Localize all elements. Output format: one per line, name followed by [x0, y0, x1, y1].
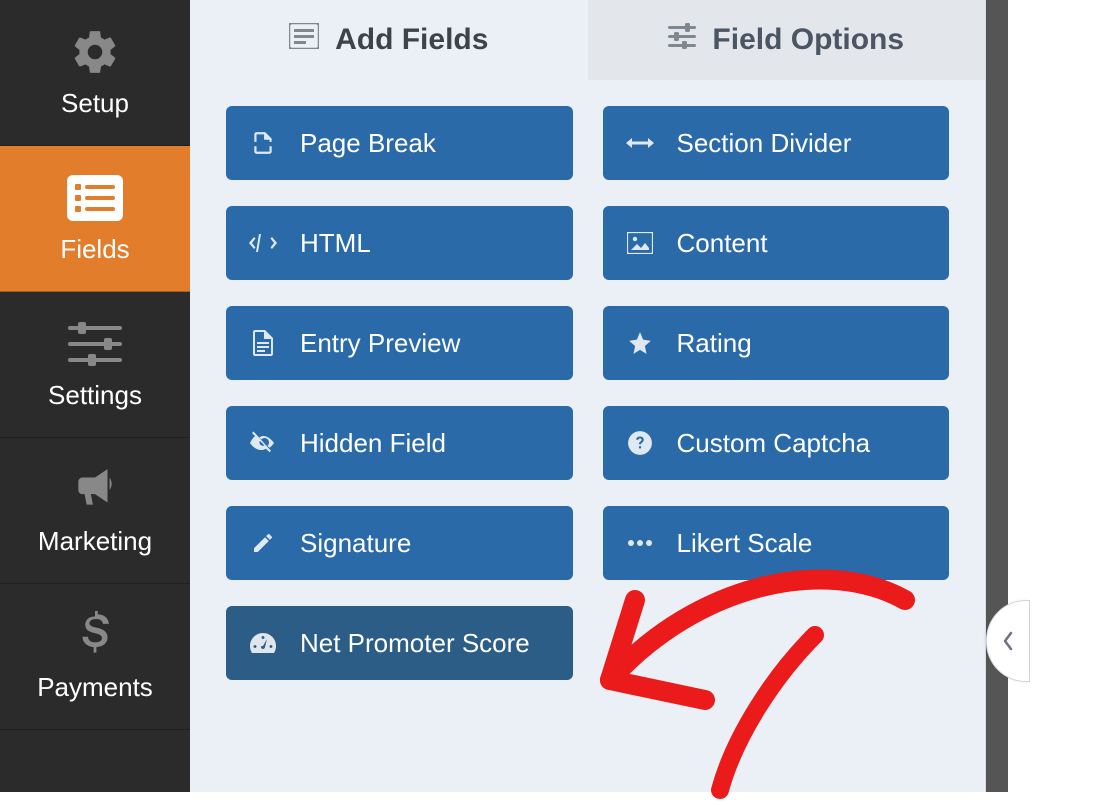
field-hidden-field[interactable]: Hidden Field [226, 406, 573, 480]
field-page-break[interactable]: Page Break [226, 106, 573, 180]
field-section-divider[interactable]: Section Divider [603, 106, 950, 180]
dollar-icon [10, 608, 180, 664]
chevron-left-icon [1001, 630, 1015, 652]
sidebar-item-fields[interactable]: Fields [0, 146, 190, 292]
sidebar-item-settings[interactable]: Settings [0, 292, 190, 438]
field-label: Signature [300, 528, 411, 559]
tab-label: Add Fields [335, 23, 488, 57]
field-entry-preview[interactable]: Entry Preview [226, 306, 573, 380]
tabs: Add Fields Field Options [190, 0, 985, 80]
gauge-icon [248, 628, 278, 658]
field-label: Custom Captcha [677, 428, 871, 459]
sidebar-item-label: Marketing [10, 526, 180, 557]
field-likert-scale[interactable]: Likert Scale [603, 506, 950, 580]
sidebar-item-label: Setup [10, 88, 180, 119]
field-content[interactable]: Content [603, 206, 950, 280]
sidebar-item-payments[interactable]: Payments [0, 584, 190, 730]
tab-add-fields[interactable]: Add Fields [190, 0, 588, 80]
list-icon [10, 170, 180, 226]
fields-panel: Page Break Section Divider HTML [190, 80, 985, 792]
sliders-icon [10, 316, 180, 372]
field-label: Page Break [300, 128, 436, 159]
page-break-icon [248, 128, 278, 158]
field-signature[interactable]: Signature [226, 506, 573, 580]
eye-slash-icon [248, 428, 278, 458]
field-rating[interactable]: Rating [603, 306, 950, 380]
tab-label: Field Options [712, 23, 904, 57]
form-icon [289, 23, 319, 57]
dots-icon [625, 528, 655, 558]
bullhorn-icon [10, 462, 180, 518]
sidebar-item-label: Settings [10, 380, 180, 411]
field-label: Likert Scale [677, 528, 813, 559]
field-label: Hidden Field [300, 428, 446, 459]
field-label: Content [677, 228, 768, 259]
field-label: HTML [300, 228, 371, 259]
field-net-promoter-score[interactable]: Net Promoter Score [226, 606, 573, 680]
image-icon [625, 228, 655, 258]
field-label: Entry Preview [300, 328, 460, 359]
sidebar-item-marketing[interactable]: Marketing [0, 438, 190, 584]
sidebar: Setup Fields Settings Marketing Payments [0, 0, 190, 792]
tab-field-options[interactable]: Field Options [588, 0, 986, 80]
star-icon [625, 328, 655, 358]
sidebar-item-label: Payments [10, 672, 180, 703]
collapse-handle[interactable] [986, 600, 1030, 682]
field-html[interactable]: HTML [226, 206, 573, 280]
field-label: Section Divider [677, 128, 852, 159]
document-icon [248, 328, 278, 358]
gear-icon [10, 24, 180, 80]
field-label: Rating [677, 328, 752, 359]
field-custom-captcha[interactable]: Custom Captcha [603, 406, 950, 480]
right-strip [986, 0, 1116, 792]
sidebar-item-label: Fields [10, 234, 180, 265]
code-icon [248, 228, 278, 258]
field-label: Net Promoter Score [300, 628, 530, 659]
sidebar-item-setup[interactable]: Setup [0, 0, 190, 146]
question-circle-icon [625, 428, 655, 458]
divider-icon [625, 128, 655, 158]
pencil-icon [248, 528, 278, 558]
main-panel: Add Fields Field Options Page Break [190, 0, 986, 792]
sliders-icon [668, 23, 696, 57]
